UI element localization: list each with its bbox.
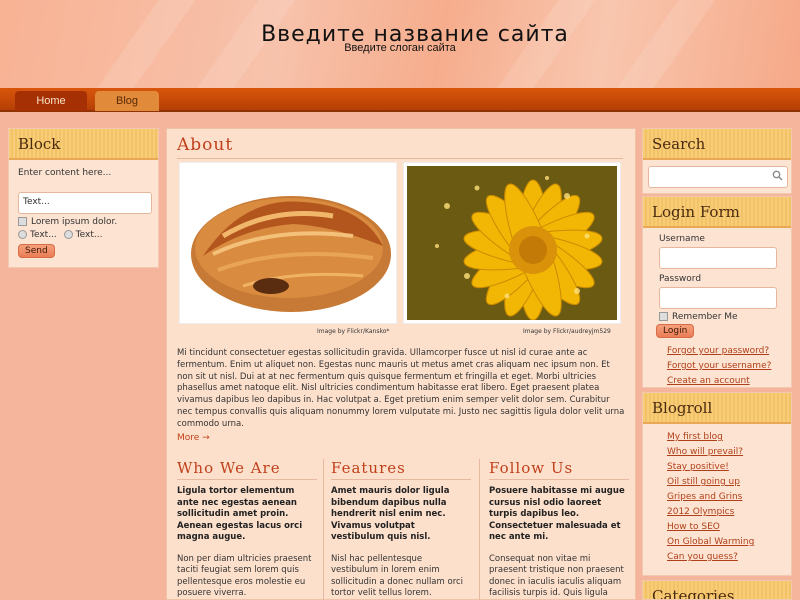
flower-image xyxy=(403,162,621,324)
send-button[interactable]: Send xyxy=(18,244,55,258)
login-title: Login Form xyxy=(643,197,791,228)
column-features: Features Amet mauris dolor ligula bibend… xyxy=(331,459,471,600)
blogroll-link[interactable]: My first blog xyxy=(667,432,791,442)
search-input[interactable] xyxy=(648,166,788,188)
search-panel: Search xyxy=(642,128,792,194)
about-text: Mi tincidunt consectetuer egestas sollic… xyxy=(177,348,625,429)
search-icon[interactable] xyxy=(772,170,783,184)
divider xyxy=(479,459,480,600)
site-header: Введите название сайта Введите слоган са… xyxy=(0,0,800,88)
categories-title: Categories xyxy=(643,581,791,599)
username-field[interactable] xyxy=(659,247,777,269)
blogroll-link[interactable]: How to SEO xyxy=(667,522,791,532)
column-lead: Ligula tortor elementum ante nec egestas… xyxy=(177,486,303,542)
categories-panel: Categories xyxy=(642,580,792,600)
forgot-username-link[interactable]: Forgot your username? xyxy=(667,361,791,371)
remember-me-checkbox[interactable] xyxy=(659,312,668,321)
blogroll-link[interactable]: Gripes and Grins xyxy=(667,492,791,502)
column-title: Features xyxy=(331,459,471,480)
password-field[interactable] xyxy=(659,287,777,309)
column-who-we-are: Who We Are Ligula tortor elementum ante … xyxy=(177,459,317,600)
column-title: Who We Are xyxy=(177,459,317,480)
block-title: Block xyxy=(9,129,158,160)
block-radio-2[interactable] xyxy=(63,230,73,239)
pastry-image xyxy=(179,162,397,324)
column-text: Non per diam ultricies praesent taciti f… xyxy=(177,553,312,599)
login-button[interactable]: Login xyxy=(656,324,695,338)
block-radio-2-label: Text... xyxy=(75,230,103,240)
blogroll-title: Blogroll xyxy=(643,393,791,424)
blogroll-link[interactable]: Who will prevail? xyxy=(667,447,791,457)
blogroll-link[interactable]: Oil still going up xyxy=(667,477,791,487)
divider xyxy=(177,158,623,159)
create-account-link[interactable]: Create an account xyxy=(667,376,791,386)
menu-item-home[interactable]: Home xyxy=(15,91,87,111)
divider xyxy=(323,459,324,600)
column-text: Nisl hac pellentesque vestibulum in lore… xyxy=(331,553,464,599)
image-caption-2: Image by Flickr/audreyjm529 xyxy=(523,328,611,335)
site-slogan: Введите слоган сайта xyxy=(344,42,456,54)
blogroll-link[interactable]: On Global Warming xyxy=(667,537,791,547)
blogroll-link[interactable]: 2012 Olympics xyxy=(667,507,791,517)
username-label: Username xyxy=(659,234,705,244)
column-lead: Posuere habitasse mi augue cursus nisl o… xyxy=(489,486,625,542)
main-menu: Home Blog xyxy=(0,88,800,112)
block-checkbox-label: Lorem ipsum dolor. xyxy=(31,217,118,227)
more-link[interactable]: More → xyxy=(177,433,210,443)
column-title: Follow Us xyxy=(489,459,629,480)
column-lead: Amet mauris dolor ligula bibendum dapibu… xyxy=(331,486,450,542)
column-text: Consequat non vitae mi praesent tristiqu… xyxy=(489,553,624,600)
column-follow-us: Follow Us Posuere habitasse mi augue cur… xyxy=(489,459,629,600)
block-checkbox[interactable] xyxy=(18,217,27,226)
image-caption-1: Image by Flickr/Kansko* xyxy=(317,328,390,335)
block-radio-1-label: Text... xyxy=(30,230,57,240)
about-title: About xyxy=(177,135,234,155)
blogroll-link[interactable]: Stay positive! xyxy=(667,462,791,472)
main-content: About Image by Flickr/Kansko* Image by F… xyxy=(166,128,636,600)
forgot-password-link[interactable]: Forgot your password? xyxy=(667,346,791,356)
login-panel: Login Form Username Password Remember Me… xyxy=(642,196,792,388)
search-title: Search xyxy=(643,129,791,160)
block-panel: Block Enter content here... Text... Lore… xyxy=(8,128,159,268)
block-radio-1[interactable] xyxy=(18,230,27,239)
blogroll-link[interactable]: Can you guess? xyxy=(667,552,791,562)
password-label: Password xyxy=(659,274,702,284)
remember-me-label: Remember Me xyxy=(672,312,738,322)
block-text: Enter content here... xyxy=(18,168,112,178)
block-text-input[interactable]: Text... xyxy=(18,192,152,214)
blogroll-panel: Blogroll My first blog Who will prevail?… xyxy=(642,392,792,576)
menu-item-blog[interactable]: Blog xyxy=(95,91,159,111)
